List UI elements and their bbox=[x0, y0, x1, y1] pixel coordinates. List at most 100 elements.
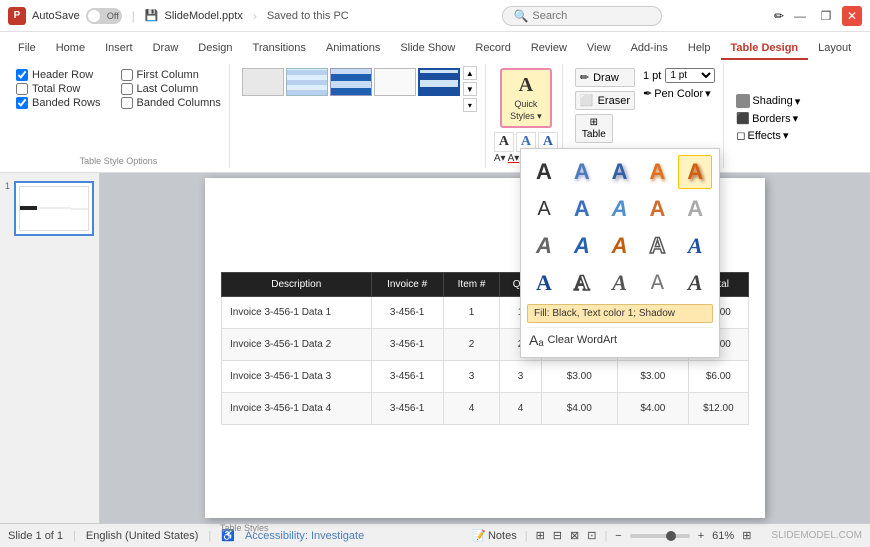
col-item: Item # bbox=[443, 272, 500, 296]
table-style-2[interactable] bbox=[286, 68, 328, 96]
wordart-item-11[interactable]: A bbox=[527, 229, 561, 263]
wordart-item-10[interactable]: A bbox=[678, 192, 712, 226]
wordart-item-6[interactable]: A bbox=[527, 192, 561, 226]
tab-transitions[interactable]: Transitions bbox=[243, 38, 316, 60]
cell-item-1: 1 bbox=[443, 296, 500, 328]
tab-slide-show[interactable]: Slide Show bbox=[390, 38, 465, 60]
cell-price-4: $4.00 bbox=[541, 392, 617, 424]
view-presenter-icon[interactable]: ⊡ bbox=[587, 529, 596, 542]
notes-button[interactable]: 📝 Notes bbox=[472, 529, 516, 542]
view-reading-icon[interactable]: ⊠ bbox=[570, 529, 579, 542]
wordart-item-15[interactable]: A bbox=[678, 229, 712, 263]
wordart-item-17[interactable]: A bbox=[565, 266, 599, 300]
wordart-item-5[interactable]: A bbox=[678, 155, 712, 189]
pen-color-dropdown[interactable]: ▾ bbox=[705, 87, 711, 100]
tab-record[interactable]: Record bbox=[465, 38, 520, 60]
view-slidesorter-icon[interactable]: ⊟ bbox=[553, 529, 562, 542]
table-style-3[interactable] bbox=[330, 68, 372, 96]
table-style-selected[interactable] bbox=[418, 68, 460, 96]
search-input[interactable] bbox=[532, 10, 642, 22]
tab-home[interactable]: Home bbox=[46, 38, 95, 60]
title-separator2: › bbox=[253, 9, 257, 23]
pen-color-icon: ✒ bbox=[643, 87, 652, 100]
wordart-item-18[interactable]: A bbox=[603, 266, 637, 300]
table-style-1[interactable] bbox=[242, 68, 284, 96]
wordart-item-8[interactable]: A bbox=[603, 192, 637, 226]
wordart-item-2[interactable]: A bbox=[565, 155, 599, 189]
effects-button[interactable]: ◻ Effects ▾ bbox=[736, 129, 800, 142]
tab-design[interactable]: Design bbox=[188, 38, 242, 60]
draw-button[interactable]: ✏ Draw bbox=[575, 68, 635, 87]
clear-wordart-button[interactable]: Aₐ Clear WordArt bbox=[527, 327, 713, 351]
col-invoice: Invoice # bbox=[371, 272, 443, 296]
checkbox-header-row[interactable]: Header Row bbox=[16, 69, 101, 81]
minimize-button[interactable]: — bbox=[790, 6, 810, 26]
wordart-item-7[interactable]: A bbox=[565, 192, 599, 226]
maximize-button[interactable]: ❐ bbox=[816, 6, 836, 26]
close-button[interactable]: ✕ bbox=[842, 6, 862, 26]
tab-draw[interactable]: Draw bbox=[143, 38, 189, 60]
wordart-item-4[interactable]: A bbox=[640, 155, 674, 189]
wordart-item-16[interactable]: A bbox=[527, 266, 561, 300]
borders-button[interactable]: ⬛ Borders ▾ bbox=[736, 112, 800, 125]
fit-to-window-icon[interactable]: ⊞ bbox=[742, 529, 751, 542]
search-box[interactable]: 🔍 bbox=[502, 6, 662, 26]
cell-item-3: 3 bbox=[443, 360, 500, 392]
cell-desc-3: Invoice 3-456-1 Data 3 bbox=[222, 360, 372, 392]
wordart-item-1[interactable]: A bbox=[527, 155, 561, 189]
zoom-minus-button[interactable]: − bbox=[615, 530, 621, 542]
autosave-toggle[interactable]: Off bbox=[86, 8, 122, 24]
zoom-level[interactable]: 61% bbox=[712, 530, 734, 542]
wordart-item-3[interactable]: A bbox=[603, 155, 637, 189]
wordart-item-20[interactable]: A bbox=[678, 266, 712, 300]
eraser-button[interactable]: ⬜ Eraser bbox=[575, 91, 635, 110]
tab-add-ins[interactable]: Add-ins bbox=[621, 38, 678, 60]
effects-icon: ◻ bbox=[736, 129, 745, 142]
tab-file[interactable]: File bbox=[8, 38, 46, 60]
checkbox-first-column[interactable]: First Column bbox=[121, 69, 221, 81]
tab-view[interactable]: View bbox=[577, 38, 621, 60]
table-style-4[interactable] bbox=[374, 68, 416, 96]
wordart-item-12[interactable]: A bbox=[565, 229, 599, 263]
wordart-item-14[interactable]: A bbox=[640, 229, 674, 263]
tab-layout[interactable]: Layout bbox=[808, 38, 861, 60]
section-label-table-style-options: Table Style Options bbox=[16, 154, 221, 168]
wordart-item-13[interactable]: A bbox=[603, 229, 637, 263]
cell-total-3: $6.00 bbox=[688, 360, 748, 392]
pencil-icon: ✏ bbox=[774, 9, 784, 23]
pt-select[interactable]: 1 pt bbox=[665, 68, 715, 83]
tab-review[interactable]: Review bbox=[521, 38, 577, 60]
cell-desc-2: Invoice 3-456-1 Data 2 bbox=[222, 328, 372, 360]
col-description: Description bbox=[222, 272, 372, 296]
pen-color-label: Pen Color bbox=[654, 88, 703, 100]
checkbox-banded-columns[interactable]: Banded Columns bbox=[121, 97, 221, 109]
tab-help[interactable]: Help bbox=[678, 38, 721, 60]
zoom-slider[interactable] bbox=[630, 534, 690, 538]
shading-button[interactable]: Shading ▾ bbox=[736, 94, 800, 108]
tab-animations[interactable]: Animations bbox=[316, 38, 390, 60]
table-styles-scroll-up[interactable]: ▲ bbox=[463, 66, 477, 80]
toggle-off-text: Off bbox=[107, 11, 119, 21]
view-normal-icon[interactable]: ⊞ bbox=[536, 529, 545, 542]
wordart-item-19[interactable]: A bbox=[640, 266, 674, 300]
tab-insert[interactable]: Insert bbox=[95, 38, 143, 60]
cell-total-4: $12.00 bbox=[688, 392, 748, 424]
app-icon: P bbox=[8, 7, 26, 25]
table-styles-scroll-down[interactable]: ▼ bbox=[463, 82, 477, 96]
quick-styles-button[interactable]: A Quick Styles ▾ bbox=[500, 68, 552, 128]
slide-canvas: Description Invoice # Item # Qty Unit Pr… bbox=[100, 173, 870, 523]
slide-thumbnail[interactable] bbox=[14, 181, 94, 236]
table-styles-more[interactable]: ▾ bbox=[463, 98, 477, 112]
checkbox-last-column[interactable]: Last Column bbox=[121, 83, 221, 95]
wordart-btn-1[interactable]: A bbox=[494, 132, 514, 152]
zoom-plus-button[interactable]: + bbox=[698, 530, 704, 542]
main-area: 1 Description Invoice # Item # bbox=[0, 173, 870, 523]
draw-label: Draw bbox=[593, 72, 619, 84]
cell-item-2: 2 bbox=[443, 328, 500, 360]
checkbox-total-row[interactable]: Total Row bbox=[16, 83, 101, 95]
tab-table-design[interactable]: Table Design bbox=[721, 38, 809, 60]
title-separator: | bbox=[132, 9, 135, 23]
table-button[interactable]: ⊞ Table bbox=[575, 114, 613, 143]
checkbox-banded-rows[interactable]: Banded Rows bbox=[16, 97, 101, 109]
wordart-item-9[interactable]: A bbox=[640, 192, 674, 226]
